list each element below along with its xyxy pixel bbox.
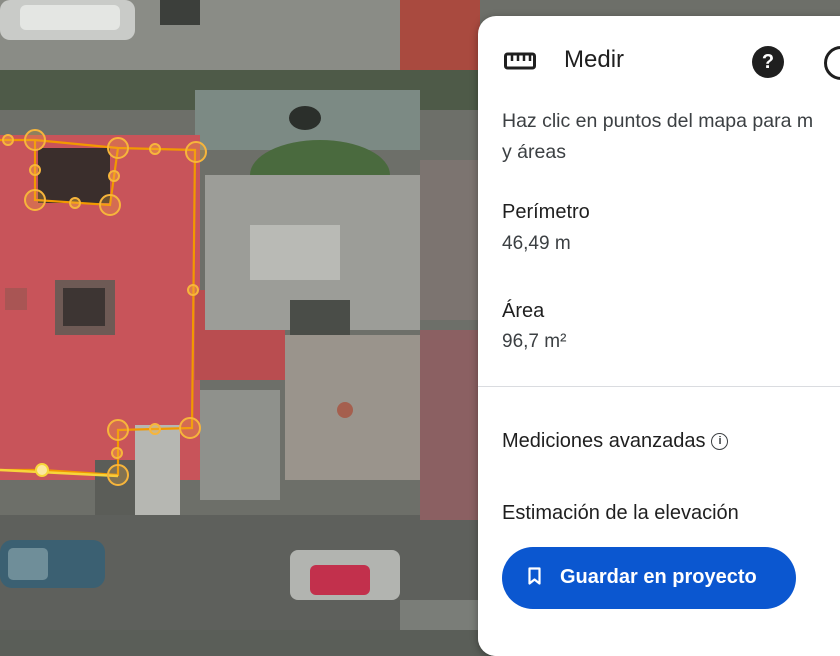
save-to-project-button[interactable]: Guardar en proyecto: [502, 547, 796, 609]
info-icon[interactable]: i: [711, 433, 729, 450]
measure-panel: Medir ? Haz clic en puntos del mapa para…: [478, 16, 840, 656]
ruler-icon: [504, 52, 536, 70]
panel-divider: [478, 386, 840, 387]
panel-footer: Guardar en proyecto: [478, 534, 840, 656]
instructions-line-2: y áreas: [502, 141, 566, 163]
save-button-label: Guardar en proyecto: [560, 566, 757, 588]
more-options-icon[interactable]: [824, 46, 840, 80]
elevation-estimate-link[interactable]: Estimación de la elevación: [502, 502, 739, 525]
instructions-text: Haz clic en puntos del mapa para m y áre…: [502, 106, 840, 168]
instructions-line-1: Haz clic en puntos del mapa para m: [502, 110, 814, 132]
bookmark-icon: [528, 567, 541, 585]
perimeter-value: 46,49 m: [502, 233, 571, 254]
advanced-measurements-label: Mediciones avanzadas: [502, 430, 706, 452]
panel-title: Medir: [564, 46, 625, 73]
help-icon[interactable]: ?: [752, 46, 784, 78]
area-label: Área: [502, 300, 545, 322]
perimeter-label: Perímetro: [502, 201, 590, 223]
advanced-measurements-link[interactable]: Mediciones avanzadas i: [502, 430, 729, 453]
area-value: 96,7 m²: [502, 331, 567, 352]
panel-header: Medir ?: [478, 16, 840, 106]
